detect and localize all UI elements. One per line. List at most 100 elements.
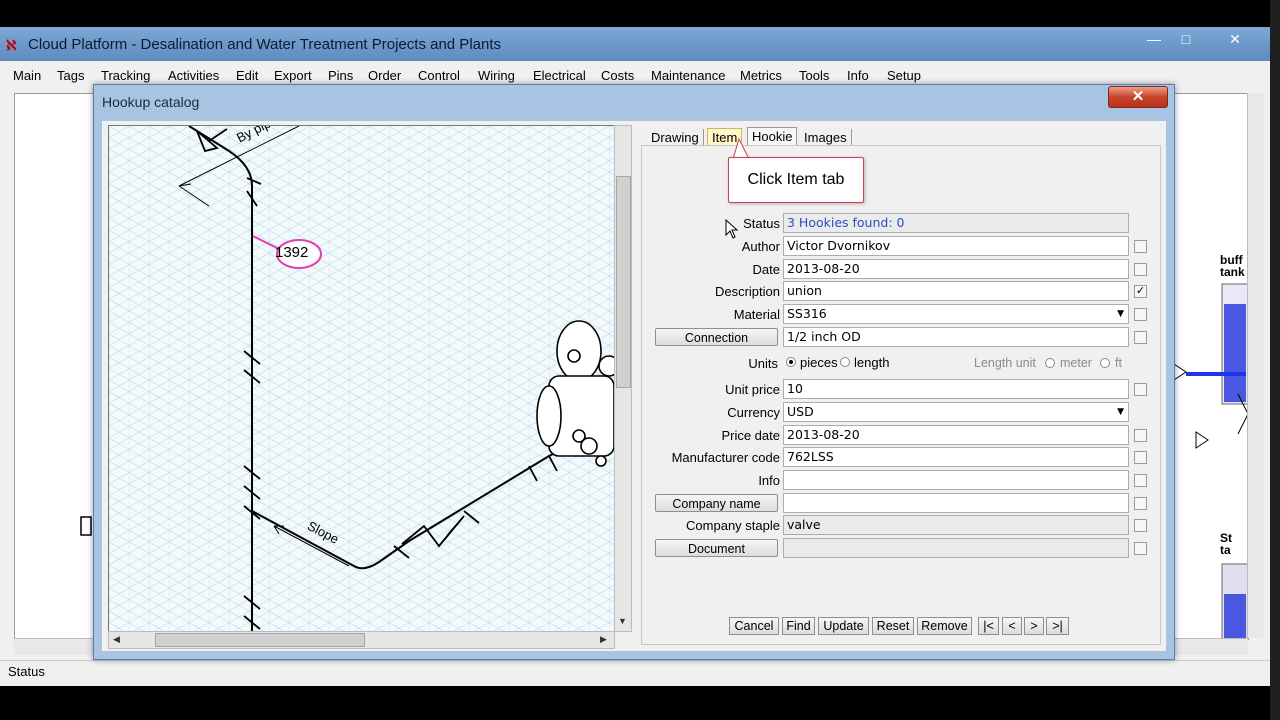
description-field[interactable]: union — [783, 281, 1129, 301]
connection-checkbox[interactable] — [1134, 331, 1147, 344]
window-title: Cloud Platform - Desalination and Water … — [28, 36, 501, 53]
connection-button[interactable]: Connection — [655, 328, 778, 346]
length-unit-label: Length unit — [974, 356, 1036, 370]
menu-pins[interactable]: Pins — [328, 68, 353, 83]
price-date-checkbox[interactable] — [1134, 429, 1147, 442]
connection-field[interactable]: 1/2 inch OD — [783, 327, 1129, 347]
update-button[interactable]: Update — [818, 617, 869, 635]
units-pieces-radio[interactable] — [786, 357, 796, 367]
taskbar-strip — [0, 686, 1270, 720]
author-field[interactable]: Victor Dvornikov — [783, 236, 1129, 256]
manufacturer-code-label: Manufacturer code — [671, 450, 780, 465]
unit-price-field[interactable]: 10 — [783, 379, 1129, 399]
maximize-button[interactable]: □ — [1167, 29, 1205, 49]
drawing-horizontal-thumb[interactable] — [155, 633, 365, 647]
status-field: 3 Hookies found: 0 — [783, 213, 1129, 233]
document-checkbox[interactable] — [1134, 542, 1147, 555]
menu-info[interactable]: Info — [847, 68, 869, 83]
manufacturer-code-field[interactable]: 762LSS — [783, 447, 1129, 467]
menu-wiring[interactable]: Wiring — [478, 68, 515, 83]
author-checkbox[interactable] — [1134, 240, 1147, 253]
length-meter-label: meter — [1060, 356, 1092, 370]
menu-costs[interactable]: Costs — [601, 68, 634, 83]
author-label: Author — [741, 239, 780, 254]
menu-tags[interactable]: Tags — [57, 68, 84, 83]
date-checkbox[interactable] — [1134, 263, 1147, 276]
company-staple-checkbox[interactable] — [1134, 519, 1147, 532]
reset-button[interactable]: Reset — [872, 617, 914, 635]
date-label: Date — [752, 262, 780, 277]
manufacturer-code-checkbox[interactable] — [1134, 451, 1147, 464]
drawing-vertical-thumb[interactable] — [616, 176, 631, 388]
tank-diagram — [1174, 283, 1248, 639]
units-length-radio[interactable] — [840, 357, 850, 367]
scroll-left-icon[interactable]: ◀ — [113, 634, 120, 645]
main-vertical-scrollbar[interactable] — [1247, 93, 1264, 638]
hookup-catalog-dialog: Hookup catalog ✕ 1392 By pipe Slope ▼ ◀ … — [93, 84, 1175, 660]
company-name-button[interactable]: Company name — [655, 494, 778, 512]
last-record-button[interactable]: >| — [1046, 617, 1069, 635]
length-ft-label: ft — [1115, 356, 1122, 370]
currency-select[interactable]: USD ▼ — [783, 402, 1129, 422]
mouse-cursor-icon — [725, 219, 739, 239]
main-canvas-left[interactable] — [14, 93, 100, 640]
unit-price-label: Unit price — [725, 382, 780, 397]
menu-tools[interactable]: Tools — [799, 68, 829, 83]
first-record-button[interactable]: |< — [978, 617, 999, 635]
tag-number-label: 1392 — [275, 244, 309, 261]
currency-value: USD — [787, 404, 814, 419]
callout-pointer — [732, 137, 750, 159]
menu-tracking[interactable]: Tracking — [101, 68, 150, 83]
scroll-right-icon[interactable]: ▶ — [600, 634, 607, 645]
info-field[interactable] — [783, 470, 1129, 490]
previous-record-button[interactable]: < — [1002, 617, 1022, 635]
hookup-drawing-canvas[interactable]: 1392 By pipe Slope — [108, 125, 615, 632]
status-bar-text: Status — [8, 664, 45, 679]
dialog-close-button[interactable]: ✕ — [1108, 86, 1168, 108]
menu-edit[interactable]: Edit — [236, 68, 258, 83]
find-button[interactable]: Find — [782, 617, 815, 635]
description-checkbox[interactable]: ✓ — [1134, 285, 1147, 298]
tutorial-callout: Click Item tab — [728, 157, 864, 203]
next-record-button[interactable]: > — [1024, 617, 1044, 635]
scroll-down-icon[interactable]: ▼ — [618, 616, 627, 626]
info-checkbox[interactable] — [1134, 474, 1147, 487]
units-label: Units — [748, 356, 778, 371]
menu-maintenance[interactable]: Maintenance — [651, 68, 725, 83]
document-button[interactable]: Document — [655, 539, 778, 557]
menu-metrics[interactable]: Metrics — [740, 68, 782, 83]
app-logo-icon: ℵ — [6, 37, 17, 53]
chevron-down-icon: ▼ — [1117, 309, 1124, 319]
menu-main[interactable]: Main — [13, 68, 41, 83]
price-date-field[interactable]: 2013-08-20 — [783, 425, 1129, 445]
close-window-button[interactable]: ✕ — [1214, 29, 1256, 49]
description-label: Description — [714, 284, 780, 299]
menu-export[interactable]: Export — [274, 68, 312, 83]
screen-edge — [1270, 0, 1280, 720]
remove-button[interactable]: Remove — [917, 617, 972, 635]
company-name-checkbox[interactable] — [1134, 497, 1147, 510]
material-checkbox[interactable] — [1134, 308, 1147, 321]
company-name-field[interactable] — [783, 493, 1129, 513]
length-meter-radio[interactable] — [1045, 358, 1055, 368]
status-tank-label: St ta — [1220, 531, 1232, 557]
menu-electrical[interactable]: Electrical — [533, 68, 586, 83]
company-staple-field: valve — [783, 515, 1129, 535]
menu-setup[interactable]: Setup — [887, 68, 921, 83]
material-select[interactable]: SS316 ▼ — [783, 304, 1129, 324]
menu-order[interactable]: Order — [368, 68, 401, 83]
main-canvas-right[interactable]: buff tank St ta — [1173, 93, 1249, 640]
date-field[interactable]: 2013-08-20 — [783, 259, 1129, 279]
menu-activities[interactable]: Activities — [168, 68, 219, 83]
dialog-body: 1392 By pipe Slope ▼ ◀ ▶ Drawing Item Ho… — [102, 121, 1166, 651]
unit-price-checkbox[interactable] — [1134, 383, 1147, 396]
menu-control[interactable]: Control — [418, 68, 460, 83]
dialog-title: Hookup catalog — [102, 94, 200, 110]
drawing-horizontal-scrollbar[interactable]: ◀ ▶ — [108, 631, 615, 649]
drawing-vertical-scrollbar[interactable]: ▼ — [614, 125, 632, 632]
chevron-down-icon: ▼ — [1117, 407, 1124, 417]
cancel-button[interactable]: Cancel — [729, 617, 779, 635]
pipe-fragment-left — [80, 516, 92, 536]
length-ft-radio[interactable] — [1100, 358, 1110, 368]
item-tab-panel: Status 3 Hookies found: 0 Author Victor … — [641, 145, 1161, 645]
